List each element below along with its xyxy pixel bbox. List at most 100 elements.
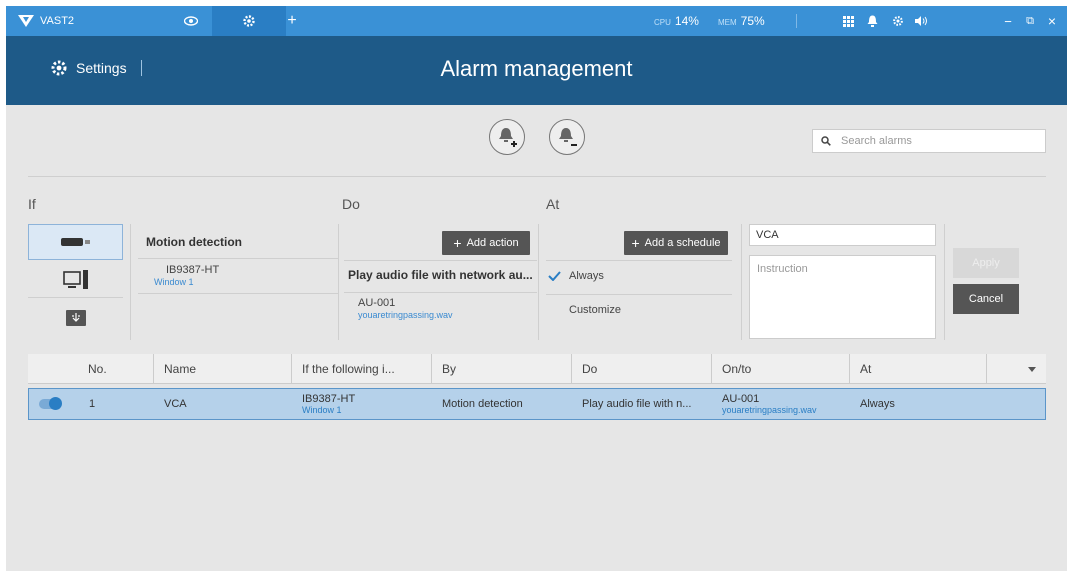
add-action-button[interactable]: + Add action [442, 231, 530, 255]
speaker-icon [915, 16, 927, 26]
settings-button[interactable] [888, 6, 908, 36]
cell-subtext: Window 1 [302, 405, 342, 415]
action-file-name: youaretringpassing.wav [358, 310, 453, 320]
divider [796, 14, 797, 28]
cell-by: Motion detection [432, 389, 523, 419]
cpu-stat: CPU 14% [654, 6, 699, 36]
computer-icon [62, 269, 88, 289]
cell-text: Always [860, 398, 895, 410]
cell-text: VCA [164, 398, 187, 410]
if-heading: If [28, 196, 36, 212]
add-tab-button[interactable]: + [270, 6, 314, 36]
divider [338, 224, 339, 340]
grid-button[interactable] [838, 6, 858, 36]
divider [546, 260, 732, 261]
cell-text: IB9387-HT [302, 393, 356, 405]
cpu-value: 14% [674, 14, 699, 28]
add-schedule-label: Add a schedule [644, 237, 721, 249]
column-header-by[interactable]: By [431, 354, 571, 384]
cell-name: VCA [154, 389, 187, 419]
eye-icon [184, 16, 198, 26]
column-header-at[interactable]: At [849, 354, 986, 384]
vivotek-logo-icon [18, 15, 34, 27]
cell-text: Motion detection [442, 398, 523, 410]
cell-text: Play audio file with n... [582, 398, 692, 410]
source-io-tile[interactable] [28, 300, 123, 336]
plus-icon: + [631, 235, 640, 251]
divider [138, 293, 338, 294]
top-bar: VAST2 + CPU 14% MEM 75% − ⧉ × [6, 6, 1067, 36]
brand: VAST2 [18, 6, 74, 36]
page-header: Settings Alarm management [6, 36, 1067, 105]
column-header-no[interactable]: No. [78, 354, 107, 384]
cell-text: 1 [89, 398, 96, 410]
schedule-option-label: Customize [569, 304, 621, 316]
camera-icon [60, 238, 90, 246]
gear-icon [243, 15, 255, 27]
restore-button[interactable]: ⧉ [1020, 6, 1040, 36]
cell-at: Always [850, 389, 895, 419]
table-row[interactable]: 1 VCA IB9387-HT Window 1 Motion detectio… [28, 388, 1046, 420]
search-input[interactable] [841, 135, 1021, 147]
cell-on-to: AU-001 youaretringpassing.wav [712, 389, 817, 419]
bell-minus-icon [559, 128, 577, 146]
mem-label: MEM [718, 18, 737, 27]
divider [546, 294, 732, 295]
cancel-button[interactable]: Cancel [953, 284, 1019, 314]
divider [28, 176, 1046, 177]
schedule-option-always[interactable]: Always [548, 270, 604, 282]
alarm-table-header: No. Name If the following i... By Do On/… [28, 354, 1046, 384]
app-name: VAST2 [40, 15, 75, 27]
add-alarm-button[interactable] [489, 119, 525, 155]
cell-subtext: youaretringpassing.wav [722, 405, 817, 415]
divider [138, 258, 338, 259]
alarm-name-input[interactable]: VCA [749, 224, 936, 246]
cell-do: Play audio file with n... [572, 389, 691, 419]
close-button[interactable]: × [1042, 6, 1062, 36]
search-box [812, 129, 1046, 153]
schedule-option-label: Always [569, 270, 604, 282]
apply-button[interactable]: Apply [953, 248, 1019, 278]
volume-button[interactable] [912, 6, 932, 36]
mem-value: 75% [740, 14, 765, 28]
cpu-label: CPU [654, 18, 671, 27]
trigger-device-sub: Window 1 [154, 277, 194, 287]
divider [344, 292, 537, 293]
add-action-label: Add action [466, 237, 519, 249]
divider [130, 224, 131, 340]
trigger-device-name[interactable]: IB9387-HT [166, 264, 219, 276]
bell-plus-icon [499, 128, 517, 147]
plus-icon: + [453, 235, 462, 251]
column-header-if[interactable]: If the following i... [291, 354, 431, 384]
toggle-knob [49, 397, 62, 410]
divider [741, 224, 742, 340]
source-camera-tile[interactable] [28, 224, 123, 260]
mem-stat: MEM 75% [718, 6, 765, 36]
column-chooser[interactable] [986, 354, 1046, 384]
source-system-tile[interactable] [28, 262, 123, 298]
search-icon [821, 136, 831, 146]
cell-no: 1 [79, 389, 95, 419]
schedule-option-customize[interactable]: Customize [569, 304, 621, 316]
column-header-do[interactable]: Do [571, 354, 711, 384]
remove-alarm-button[interactable] [549, 119, 585, 155]
cell-if: IB9387-HT Window 1 [292, 389, 355, 419]
add-schedule-button[interactable]: + Add a schedule [624, 231, 728, 255]
checkmark-icon [548, 271, 561, 281]
do-heading: Do [342, 196, 360, 212]
alarm-enable-toggle[interactable] [39, 397, 62, 410]
page-title: Alarm management [440, 56, 633, 81]
grid-icon [842, 15, 854, 27]
usb-device-icon [65, 310, 86, 326]
gear-icon [893, 16, 903, 26]
action-title[interactable]: Play audio file with network au... [348, 268, 534, 282]
chevron-down-icon [1028, 366, 1036, 372]
bell-icon [867, 15, 877, 27]
divider [538, 224, 539, 340]
minimize-button[interactable]: − [998, 6, 1018, 36]
notifications-button[interactable] [862, 6, 882, 36]
instruction-textarea[interactable]: Instruction [749, 255, 936, 339]
app-window: VAST2 + CPU 14% MEM 75% − ⧉ × Settings A… [6, 6, 1067, 571]
column-header-name[interactable]: Name [153, 354, 291, 384]
column-header-on-to[interactable]: On/to [711, 354, 849, 384]
